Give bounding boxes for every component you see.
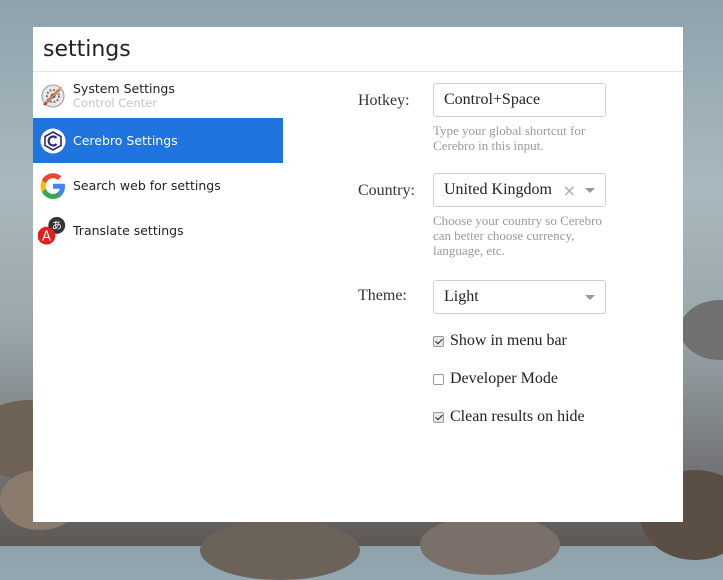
chevron-down-icon[interactable] xyxy=(585,188,595,193)
result-system-settings[interactable]: System Settings Control Center xyxy=(33,73,283,118)
svg-text:A: A xyxy=(42,229,51,244)
country-select[interactable]: United Kingdom × xyxy=(433,173,606,207)
hotkey-label: Hotkey: xyxy=(358,92,410,109)
theme-select[interactable]: Light xyxy=(433,280,606,314)
hotkey-hint: Type your global shortcut for Cerebro in… xyxy=(433,123,586,153)
results-list: System Settings Control Center Cerebro S… xyxy=(33,73,283,253)
checkbox-row[interactable]: Clean results on hide xyxy=(433,406,658,428)
country-row: Country: United Kingdom × Choose your co… xyxy=(358,173,658,280)
result-search-web[interactable]: Search web for settings xyxy=(33,163,283,208)
checkbox-row[interactable]: Show in menu bar xyxy=(433,330,658,352)
clear-icon[interactable]: × xyxy=(563,181,576,200)
country-hint: Choose your country so Cerebro can bette… xyxy=(433,213,602,258)
theme-value: Light xyxy=(444,288,479,305)
result-title: Translate settings xyxy=(73,222,184,238)
hotkey-input-box xyxy=(433,83,606,117)
clean-results-checkbox[interactable] xyxy=(433,411,444,423)
result-title: Cerebro Settings xyxy=(73,132,178,148)
theme-label: Theme: xyxy=(358,287,407,304)
checkbox-group: Show in menu bar Developer Mode Clean re… xyxy=(358,330,658,428)
chevron-down-icon[interactable] xyxy=(585,295,595,300)
result-title: Search web for settings xyxy=(73,177,221,193)
search-bar xyxy=(33,27,683,72)
system-settings-icon xyxy=(38,81,68,111)
checkbox-label: Clean results on hide xyxy=(450,408,585,425)
translate-icon: あ A xyxy=(38,216,68,246)
search-input[interactable] xyxy=(43,36,643,62)
checkbox-label: Show in menu bar xyxy=(450,332,567,349)
hotkey-input[interactable] xyxy=(444,91,594,109)
result-subtitle: Control Center xyxy=(73,95,157,110)
theme-row: Theme: Light xyxy=(358,280,658,330)
show-in-menu-bar-checkbox[interactable] xyxy=(433,335,444,347)
cerebro-icon xyxy=(38,126,68,156)
settings-panel: Hotkey: Type your global shortcut for Ce… xyxy=(358,83,658,428)
cerebro-window: System Settings Control Center Cerebro S… xyxy=(33,27,683,522)
developer-mode-checkbox[interactable] xyxy=(433,373,444,385)
country-label: Country: xyxy=(358,182,415,199)
result-cerebro-settings[interactable]: Cerebro Settings xyxy=(33,118,283,163)
result-translate[interactable]: あ A Translate settings xyxy=(33,208,283,253)
checkbox-label: Developer Mode xyxy=(450,370,558,387)
hotkey-row: Hotkey: Type your global shortcut for Ce… xyxy=(358,83,658,173)
country-value: United Kingdom xyxy=(444,181,552,198)
checkbox-row[interactable]: Developer Mode xyxy=(433,368,658,390)
google-icon xyxy=(38,171,68,201)
result-title: System Settings xyxy=(73,80,175,96)
